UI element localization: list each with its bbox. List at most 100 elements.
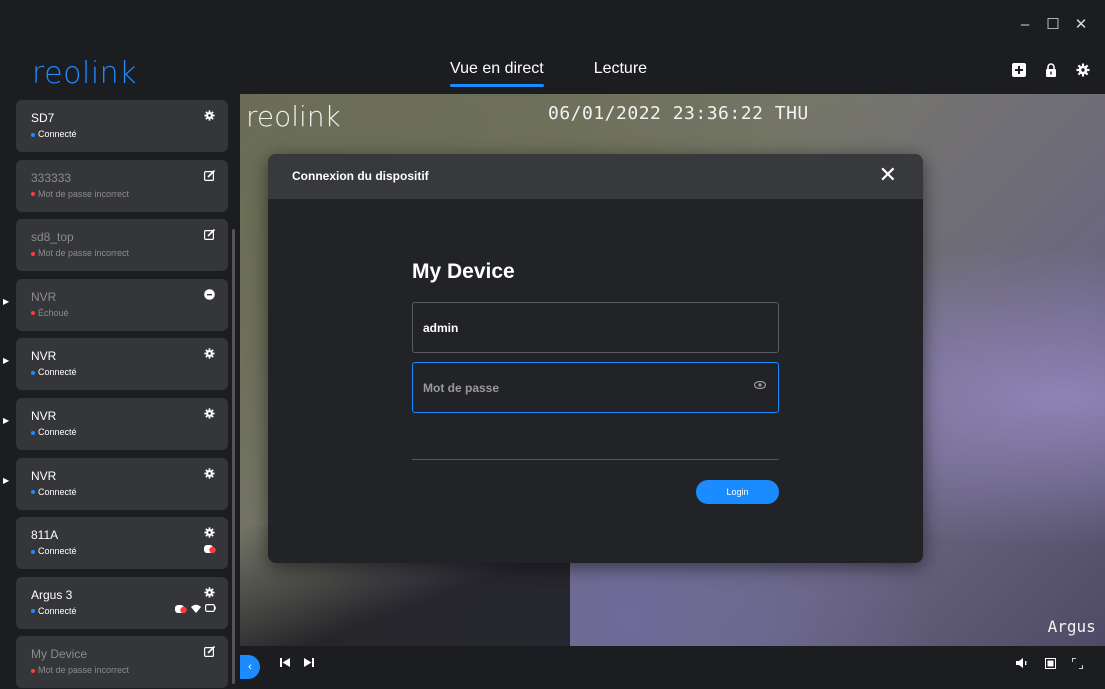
collapse-sidebar-button[interactable]: ‹: [240, 655, 260, 679]
device-status-text: Connecté: [38, 367, 77, 378]
device-item[interactable]: sd8_top Mot de passe incorrect: [16, 219, 228, 272]
device-name: My Device: [31, 647, 88, 662]
status-dot: [31, 371, 35, 376]
eye-icon[interactable]: [753, 380, 767, 392]
main-tabs: Vue en direct Lecture: [450, 60, 647, 87]
status-dot: [31, 490, 35, 495]
gear-icon[interactable]: [204, 527, 215, 541]
device-status: Mot de passe incorrect: [31, 189, 129, 199]
edit-icon[interactable]: [204, 169, 216, 184]
reolink-logo: reolink: [32, 56, 138, 91]
layout-icon[interactable]: [1045, 658, 1056, 669]
device-status-text: Connecté: [38, 486, 77, 497]
edit-icon[interactable]: [204, 646, 216, 660]
device-status-text: Échoué: [38, 307, 69, 318]
device-status: Mot de passe incorrect: [31, 248, 129, 258]
help-icon[interactable]: [204, 288, 215, 303]
fullscreen-icon[interactable]: [1072, 658, 1083, 669]
username-input[interactable]: [423, 303, 743, 352]
status-dot: [31, 430, 35, 435]
record-icon: [175, 604, 187, 617]
device-name: SD7: [31, 111, 55, 125]
settings-icon[interactable]: [1075, 62, 1091, 78]
device-status: Mot de passe incorrect: [31, 665, 129, 675]
device-name: NVR: [31, 349, 57, 364]
dialog-device-name: My Device: [412, 260, 515, 283]
close-icon[interactable]: ✕: [879, 163, 897, 187]
device-status: Connecté: [31, 606, 77, 616]
username-field: [412, 302, 779, 353]
device-name: NVR: [31, 289, 57, 304]
add-device-icon[interactable]: [1011, 62, 1027, 78]
gear-icon[interactable]: [204, 587, 215, 601]
device-status-text: Connecté: [38, 427, 77, 437]
status-dot: [31, 132, 35, 137]
video-timestamp: 06/01/2022 23:36:22 THU: [548, 103, 809, 124]
app-header: reolink Vue en direct Lecture: [0, 52, 1105, 94]
device-item[interactable]: ▶ NVR Connecté: [3, 338, 228, 391]
device-status-icons: [204, 544, 216, 557]
device-name: NVR: [31, 468, 57, 483]
device-item[interactable]: ▶ NVR Échoué: [3, 278, 228, 331]
dialog-divider: [412, 459, 779, 460]
device-name: Argus 3: [31, 587, 73, 602]
status-dot: [31, 549, 35, 554]
header-icons: [1011, 62, 1091, 78]
battery-icon: [205, 603, 216, 617]
device-status-text: Mot de passe incorrect: [38, 188, 130, 199]
close-window-icon[interactable]: ✕: [1067, 12, 1095, 36]
device-name: sd8_top: [31, 230, 74, 245]
device-status-text: Connecté: [38, 546, 77, 557]
device-status: Connecté: [31, 129, 77, 139]
login-button[interactable]: Login: [696, 480, 779, 504]
lock-icon[interactable]: [1043, 62, 1059, 78]
status-dot: [31, 192, 35, 197]
previous-icon[interactable]: [280, 658, 290, 667]
device-name: NVR: [31, 409, 57, 423]
edit-icon[interactable]: [204, 229, 216, 243]
device-status-text: Mot de passe incorrect: [38, 665, 130, 676]
minimize-icon[interactable]: –: [1011, 12, 1039, 36]
status-dot: [31, 669, 35, 674]
dialog-header: Connexion du dispositif ✕: [268, 154, 923, 199]
login-dialog: Connexion du dispositif ✕ My Device Logi…: [268, 154, 923, 563]
device-item[interactable]: ▶ NVR Connecté: [3, 398, 228, 450]
device-item[interactable]: 333333 Mot de passe incorrect: [16, 159, 228, 212]
password-input[interactable]: [423, 363, 743, 412]
expand-arrow-icon[interactable]: ▶: [3, 356, 9, 365]
tab-playback[interactable]: Lecture: [594, 60, 647, 85]
device-status-icons: [175, 603, 216, 617]
device-item[interactable]: Argus 3 Connecté: [16, 576, 228, 629]
volume-icon[interactable]: [1016, 658, 1029, 668]
maximize-icon[interactable]: ☐: [1039, 12, 1067, 36]
expand-arrow-icon[interactable]: ▶: [3, 416, 9, 425]
device-item[interactable]: 811A Connecté: [16, 517, 228, 570]
device-status-text: Connecté: [38, 605, 77, 616]
device-item[interactable]: ▶ NVR Connecté: [3, 457, 228, 510]
status-dot: [31, 311, 35, 316]
gear-icon[interactable]: [204, 408, 215, 422]
device-item[interactable]: My Device Mot de passe incorrect: [16, 636, 228, 689]
device-item[interactable]: SD7 Connecté: [16, 100, 228, 152]
status-dot: [31, 609, 35, 614]
video-overlay-logo: reolink: [246, 100, 341, 133]
gear-icon[interactable]: [204, 467, 215, 482]
sidebar-scrollbar[interactable]: [232, 229, 235, 684]
expand-arrow-icon[interactable]: ▶: [3, 476, 9, 485]
device-status: Connecté: [31, 546, 77, 556]
gear-icon[interactable]: [204, 110, 215, 124]
device-status: Connecté: [31, 427, 77, 437]
bottom-bar: ‹: [240, 646, 1105, 689]
status-dot: [31, 251, 35, 256]
device-sidebar: SD7 Connecté 333333 Mot de passe incorrect s…: [0, 94, 240, 689]
next-icon[interactable]: [304, 658, 314, 667]
tab-live-view[interactable]: Vue en direct: [450, 60, 544, 87]
gear-icon[interactable]: [204, 348, 215, 362]
password-field: [412, 362, 779, 413]
wifi-icon: [191, 604, 201, 617]
device-status: Connecté: [31, 367, 77, 377]
expand-arrow-icon[interactable]: ▶: [3, 297, 9, 306]
chevron-left-icon: ‹: [248, 661, 252, 673]
device-status-text: Connecté: [38, 129, 77, 139]
device-status-text: Mot de passe incorrect: [38, 248, 130, 259]
